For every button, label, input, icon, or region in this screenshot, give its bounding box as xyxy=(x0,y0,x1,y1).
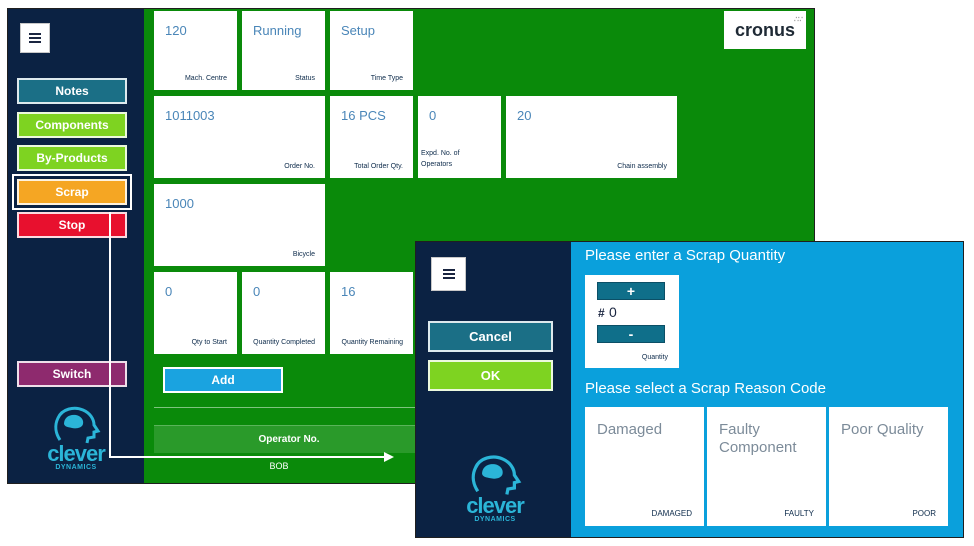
logo-word: clever xyxy=(466,493,525,518)
reason-damaged-tile[interactable]: Damaged DAMAGED xyxy=(585,407,704,526)
tile-bicycle[interactable]: 1000 Bicycle xyxy=(154,184,325,266)
dialog-content: Please enter a Scrap Quantity + # 0 - Qu… xyxy=(571,242,963,537)
cancel-button[interactable]: Cancel xyxy=(428,321,553,352)
scrap-quantity-title: Please enter a Scrap Quantity xyxy=(585,247,786,264)
tile-caption: Chain assembly xyxy=(617,163,667,170)
scrap-dialog-window: Cancel OK clever DYNAMICS Please enter a… xyxy=(415,241,964,538)
tile-value: 16 xyxy=(341,284,356,299)
quantity-value[interactable]: 0 xyxy=(609,304,617,320)
tile-caption: Mach. Centre xyxy=(184,75,227,82)
cronus-dots-icon: ∴∵ xyxy=(793,15,803,24)
reason-faulty-tile[interactable]: Faulty Component FAULTY xyxy=(707,407,826,526)
logo-word: clever xyxy=(47,441,106,466)
tile-mach-centre[interactable]: 120 Mach. Centre xyxy=(154,11,237,90)
tile-qty-to-start[interactable]: 0 Qty to Start xyxy=(154,272,237,354)
tile-total-order-qty[interactable]: 16 PCS Total Order Qty. xyxy=(330,96,413,178)
tile-value: 1011003 xyxy=(165,108,215,123)
tile-status[interactable]: Running Status xyxy=(242,11,325,90)
ok-button[interactable]: OK xyxy=(428,360,553,391)
hamburger-icon xyxy=(442,269,455,279)
hamburger-menu-button[interactable] xyxy=(20,23,50,53)
connector-line xyxy=(109,456,385,458)
tile-caption: Total Order Qty. xyxy=(354,163,403,170)
tile-quantity-remaining[interactable]: 16 Quantity Remaining xyxy=(330,272,413,354)
brain-head-icon xyxy=(471,455,522,495)
cronus-brand-text: cronus xyxy=(734,19,795,40)
reason-name: Faulty Component xyxy=(719,421,797,456)
clever-dynamics-logo: clever DYNAMICS xyxy=(460,452,530,523)
tile-caption: Quantity Completed xyxy=(253,339,315,346)
reason-code: FAULTY xyxy=(784,509,814,518)
tile-caption: Expd. No. of Operators xyxy=(421,150,460,168)
main-sidebar: Notes Components By-Products Scrap Stop … xyxy=(8,9,144,483)
tile-value: 120 xyxy=(165,23,187,38)
tile-value: 0 xyxy=(253,284,261,299)
tile-value: 1000 xyxy=(165,196,194,211)
tile-caption: Quantity Remaining xyxy=(341,339,403,346)
tile-chain-assembly[interactable]: 20 Chain assembly xyxy=(506,96,677,178)
notes-button[interactable]: Notes xyxy=(17,78,127,104)
tile-caption: Time Type xyxy=(370,75,403,82)
hamburger-icon xyxy=(29,33,41,43)
tile-value: Running xyxy=(253,23,302,38)
reason-poor-tile[interactable]: Poor Quality POOR xyxy=(829,407,948,526)
reason-code: DAMAGED xyxy=(651,509,692,518)
tile-value: 0 xyxy=(165,284,173,299)
dialog-sidebar: Cancel OK clever DYNAMICS xyxy=(416,242,571,537)
tile-value: 20 xyxy=(517,108,532,123)
scrap-button[interactable]: Scrap xyxy=(12,174,132,210)
reason-code: POOR xyxy=(912,509,936,518)
logo-sub: DYNAMICS xyxy=(474,516,516,523)
quantity-stepper: + # 0 - Quantity xyxy=(585,275,679,368)
tile-value: 16 PCS xyxy=(341,108,386,123)
hamburger-menu-button[interactable] xyxy=(431,257,466,291)
tile-time-type[interactable]: Setup Time Type xyxy=(330,11,413,90)
connector-line xyxy=(109,212,111,458)
tile-caption: Qty to Start xyxy=(191,339,227,346)
brain-head-icon xyxy=(54,406,101,444)
components-button[interactable]: Components xyxy=(17,112,127,138)
quantity-caption: Quantity xyxy=(641,354,668,361)
quantity-hash: # xyxy=(598,306,605,320)
tile-caption: Bicycle xyxy=(292,251,315,258)
tile-caption: Order No. xyxy=(284,163,315,170)
increment-button[interactable]: + xyxy=(597,282,665,300)
tile-expd-operators[interactable]: 0 Expd. No. of Operators xyxy=(418,96,501,178)
arrow-head-icon xyxy=(384,452,394,462)
tile-order-no[interactable]: 1011003 Order No. xyxy=(154,96,325,178)
cronus-logo: cronus ∴∵ xyxy=(724,11,806,49)
operator-value[interactable]: BOB xyxy=(154,461,404,471)
reason-name: Damaged xyxy=(597,421,663,438)
tile-quantity-completed[interactable]: 0 Quantity Completed xyxy=(242,272,325,354)
logo-sub: DYNAMICS xyxy=(55,464,97,471)
reason-name: Poor Quality xyxy=(841,421,924,438)
add-button[interactable]: Add xyxy=(163,367,283,393)
clever-dynamics-logo: clever DYNAMICS xyxy=(42,404,110,471)
tile-value: 0 xyxy=(429,108,437,123)
tile-value: Setup xyxy=(341,23,375,38)
tile-caption: Status xyxy=(295,75,315,82)
by-products-button[interactable]: By-Products xyxy=(17,145,127,171)
operator-column-header: Operator No. xyxy=(154,425,424,453)
decrement-button[interactable]: - xyxy=(597,325,665,343)
scrap-reason-title: Please select a Scrap Reason Code xyxy=(585,380,826,397)
